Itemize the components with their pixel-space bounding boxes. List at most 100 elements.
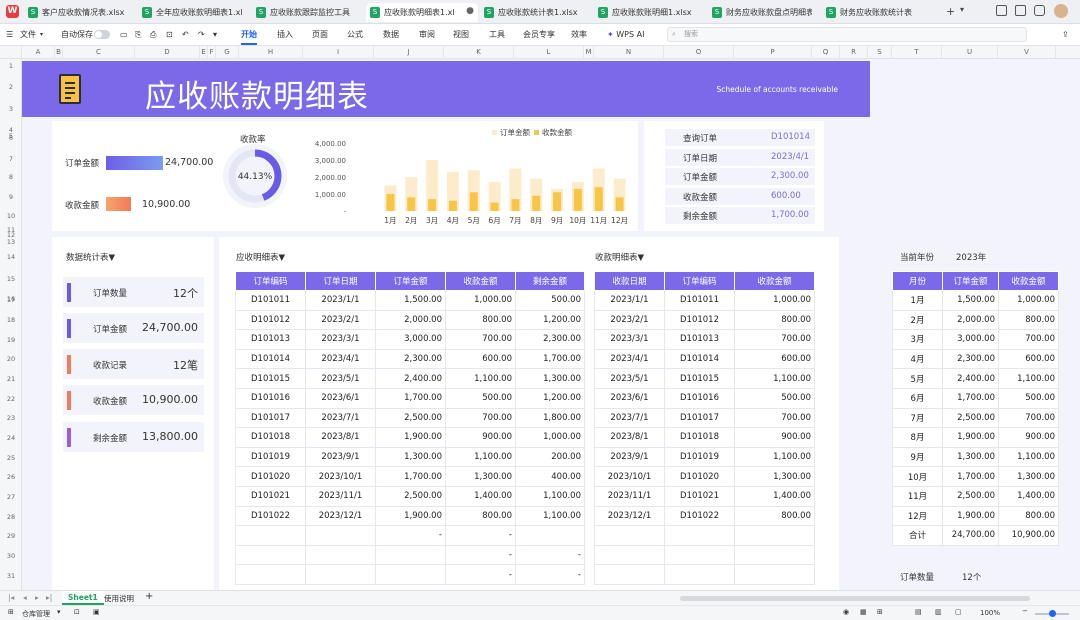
table-cell[interactable]: 1,800.00 xyxy=(515,407,585,429)
table-cell[interactable] xyxy=(664,564,735,585)
table-cell[interactable]: D101013 xyxy=(664,329,735,350)
table-cell[interactable]: 1,000.00 xyxy=(515,427,585,448)
table-cell[interactable]: 2,400.00 xyxy=(375,368,446,389)
table-cell[interactable]: 1,900.00 xyxy=(942,505,999,527)
table-cell[interactable] xyxy=(734,564,815,585)
row-header[interactable]: 23 xyxy=(0,413,22,423)
save-icon[interactable]: ▭ xyxy=(120,24,128,46)
table-cell[interactable]: 2023/3/1 xyxy=(594,329,665,350)
column-header-cell[interactable]: 收款金额 xyxy=(998,271,1059,291)
table-cell[interactable]: D101017 xyxy=(235,407,306,429)
table-cell[interactable]: 600.00 xyxy=(734,348,815,370)
table-cell[interactable]: D101015 xyxy=(235,368,306,389)
menu-5[interactable]: 审阅 xyxy=(419,24,435,46)
row-header[interactable]: 7 xyxy=(0,154,22,164)
row-header[interactable]: 20 xyxy=(0,354,22,364)
table-cell[interactable]: 1,700.00 xyxy=(942,466,999,487)
column-header[interactable]: E xyxy=(200,46,208,59)
table-cell[interactable]: 2023/2/1 xyxy=(594,309,665,331)
undo-icon[interactable]: ↶ xyxy=(182,24,189,46)
column-header[interactable]: T xyxy=(892,46,942,59)
table-cell[interactable]: 4月 xyxy=(892,348,943,370)
menu-2[interactable]: 页面 xyxy=(312,24,328,46)
table-cell[interactable] xyxy=(594,525,665,546)
table-cell[interactable]: D101017 xyxy=(664,407,735,429)
table-cell[interactable]: 2023/10/1 xyxy=(594,466,665,487)
row-header[interactable]: 27 xyxy=(0,492,22,502)
table-cell[interactable]: 1,400.00 xyxy=(445,485,516,507)
column-header[interactable]: V xyxy=(998,46,1056,59)
table-cell[interactable]: 1,100.00 xyxy=(445,446,516,468)
sheet-tab-instructions[interactable]: 使用说明 xyxy=(104,593,134,604)
column-header[interactable]: P xyxy=(734,46,812,59)
table-cell[interactable]: - xyxy=(445,564,516,585)
table-cell[interactable]: D101011 xyxy=(235,290,306,311)
zoom-out-icon[interactable]: − xyxy=(1022,607,1028,615)
table-cell[interactable]: 800.00 xyxy=(734,309,815,331)
tab-0[interactable]: S 客户应收款情况表.xlsx xyxy=(24,3,136,22)
chevron-down-icon[interactable]: ▾ xyxy=(40,24,43,46)
table-cell[interactable]: 2023/2/1 xyxy=(305,309,376,331)
menu-icon[interactable]: ☰ xyxy=(6,24,13,46)
column-header-cell[interactable]: 订单编码 xyxy=(664,271,735,291)
preview-icon[interactable]: ⊡ xyxy=(166,24,173,46)
table-cell[interactable] xyxy=(305,525,376,546)
table-cell[interactable]: 2023/1/1 xyxy=(305,290,376,311)
table-cell[interactable]: 1,300.00 xyxy=(998,466,1059,487)
column-header-cell[interactable]: 收款日期 xyxy=(594,271,665,291)
column-header[interactable]: B xyxy=(55,46,63,59)
receivable-title[interactable]: 应收明细表▼ xyxy=(236,251,285,263)
table-cell[interactable]: 1,000.00 xyxy=(734,290,815,311)
table-cell[interactable]: 9月 xyxy=(892,446,943,468)
table-cell[interactable]: 1,200.00 xyxy=(515,387,585,409)
more-icon[interactable]: ▾ xyxy=(213,24,217,46)
new-tab-button[interactable]: + xyxy=(946,5,955,18)
table-cell[interactable]: D101016 xyxy=(664,387,735,409)
table-cell[interactable]: 500.00 xyxy=(445,387,516,409)
table-cell[interactable]: 2023/5/1 xyxy=(305,368,376,389)
table-cell[interactable]: 1月 xyxy=(892,290,943,311)
table-cell[interactable]: D101019 xyxy=(664,446,735,468)
column-header[interactable]: Q xyxy=(812,46,840,59)
table-cell[interactable]: - xyxy=(515,564,585,585)
receivable-table[interactable]: 订单编码 订单日期 订单金额 收款金额 剩余金额 D101011 2023/1/1 1,500… xyxy=(235,271,585,585)
table-cell[interactable]: 2023/6/1 xyxy=(594,387,665,409)
table-cell[interactable]: 2023/9/1 xyxy=(305,446,376,468)
table-cell[interactable]: 800.00 xyxy=(734,505,815,527)
column-header[interactable]: D xyxy=(135,46,200,59)
table-cell[interactable]: 500.00 xyxy=(734,387,815,409)
column-header-cell[interactable]: 订单金额 xyxy=(942,271,999,291)
print-icon[interactable]: ⎙ xyxy=(150,24,156,46)
table-cell[interactable]: 1,300.00 xyxy=(734,466,815,487)
table-cell[interactable]: - xyxy=(445,525,516,546)
table-cell[interactable]: 800.00 xyxy=(998,505,1059,527)
menu-0[interactable]: 开始 xyxy=(241,24,257,46)
file-menu[interactable]: 文件 xyxy=(20,24,36,46)
tab-3[interactable]: S 应收账款明细表1.xlsx ● xyxy=(366,3,478,22)
table-cell[interactable]: 2,500.00 xyxy=(942,485,999,507)
table-cell[interactable]: D101014 xyxy=(235,348,306,370)
table-cell[interactable]: 1,100.00 xyxy=(734,446,815,468)
table-cell[interactable]: 700.00 xyxy=(445,407,516,429)
table-cell[interactable]: 500.00 xyxy=(515,290,585,311)
table-cell[interactable]: 24,700.00 xyxy=(942,525,999,546)
table-cell[interactable]: 1,700.00 xyxy=(942,387,999,409)
table-cell[interactable]: 3月 xyxy=(892,329,943,350)
table-cell[interactable]: 1,400.00 xyxy=(998,485,1059,507)
table-cell[interactable]: 2,500.00 xyxy=(375,485,446,507)
table-cell[interactable] xyxy=(734,544,815,566)
row-header[interactable]: 15 xyxy=(0,274,22,284)
column-header[interactable]: C xyxy=(63,46,135,59)
column-header[interactable]: M xyxy=(584,46,594,59)
row-header[interactable]: 10 xyxy=(0,211,22,221)
table-cell[interactable]: 700.00 xyxy=(734,329,815,350)
table-cell[interactable]: 1,100.00 xyxy=(445,368,516,389)
table-cell[interactable]: 700.00 xyxy=(734,407,815,429)
table-cell[interactable]: 2023/11/1 xyxy=(305,485,376,507)
select-all-corner[interactable] xyxy=(0,46,22,59)
column-header[interactable]: J xyxy=(374,46,444,59)
table-cell[interactable]: 2023/8/1 xyxy=(305,427,376,448)
horizontal-scrollbar[interactable] xyxy=(680,596,1030,601)
table-cell[interactable]: D101022 xyxy=(235,505,306,527)
column-header-cell[interactable]: 月份 xyxy=(892,271,943,291)
